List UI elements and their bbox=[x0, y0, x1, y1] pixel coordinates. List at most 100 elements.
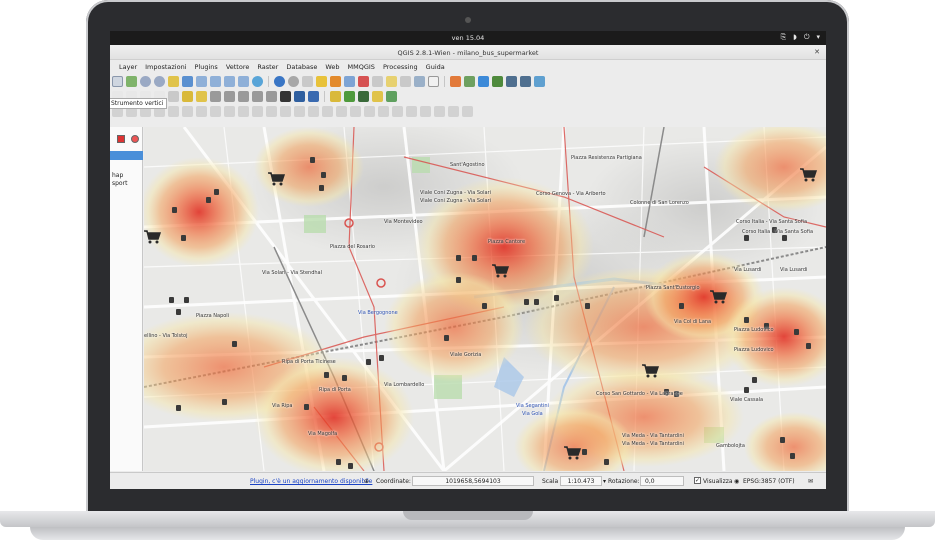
plugin-georef-icon[interactable] bbox=[464, 75, 475, 87]
map-canvas[interactable]: Sant'Agostino Piazza Resistenza Partigia… bbox=[144, 127, 826, 471]
pan-to-selection-icon[interactable] bbox=[126, 75, 137, 87]
menu-mmqgis[interactable]: MMQGIS bbox=[348, 63, 375, 71]
edit-pencil-icon[interactable] bbox=[344, 90, 355, 102]
menu-plugins[interactable]: Plugins bbox=[195, 63, 218, 71]
attribute-table-icon[interactable] bbox=[344, 75, 355, 87]
change-label-icon[interactable] bbox=[462, 105, 473, 117]
select-feature-icon[interactable] bbox=[302, 75, 313, 87]
move-feature-icon[interactable] bbox=[386, 90, 397, 102]
delete-part-icon[interactable] bbox=[280, 105, 291, 117]
settings-icon[interactable] bbox=[288, 75, 299, 87]
move-label-icon[interactable] bbox=[448, 105, 459, 117]
messages-icon[interactable]: ✉ bbox=[808, 478, 813, 485]
map-label: Corso San Gottardo - Via Lagrange bbox=[596, 391, 683, 397]
simplify-icon[interactable] bbox=[210, 105, 221, 117]
add-spatialite-icon[interactable] bbox=[238, 90, 249, 102]
zoom-next-icon[interactable] bbox=[238, 75, 249, 87]
menu-guida[interactable]: Guida bbox=[426, 63, 445, 71]
add-raster-layer-icon[interactable] bbox=[210, 90, 221, 102]
system-clock[interactable]: ven 15.04 bbox=[110, 34, 826, 42]
measure-icon[interactable] bbox=[372, 75, 383, 87]
bus-stop-icon bbox=[310, 157, 315, 163]
plugin-heatmap-icon[interactable] bbox=[506, 75, 517, 87]
menu-web[interactable]: Web bbox=[325, 63, 339, 71]
reshape-icon[interactable] bbox=[294, 105, 305, 117]
merge-features-icon[interactable] bbox=[350, 105, 361, 117]
zoom-in-icon[interactable] bbox=[140, 75, 151, 87]
add-oracle-icon[interactable] bbox=[308, 90, 319, 102]
save-edits-icon[interactable] bbox=[358, 90, 369, 102]
scale-dropdown-icon[interactable]: ▾ bbox=[603, 478, 606, 485]
zoom-full-icon[interactable] bbox=[182, 75, 193, 87]
add-wms-icon[interactable] bbox=[252, 90, 263, 102]
crs-status[interactable]: EPSG:3857 (OTF) bbox=[743, 478, 795, 485]
map-label: Piazza Ludovico bbox=[734, 327, 774, 333]
zoom-native-icon[interactable] bbox=[168, 75, 179, 87]
undo-icon[interactable] bbox=[182, 105, 193, 117]
delete-ring-icon[interactable] bbox=[266, 105, 277, 117]
offset-curve-icon[interactable] bbox=[308, 105, 319, 117]
deselect-icon[interactable] bbox=[330, 75, 341, 87]
menu-database[interactable]: Database bbox=[286, 63, 317, 71]
add-vector-layer-icon[interactable] bbox=[196, 90, 207, 102]
help-icon[interactable] bbox=[428, 75, 439, 87]
menu-layer[interactable]: Layer bbox=[119, 63, 137, 71]
menu-raster[interactable]: Raster bbox=[257, 63, 278, 71]
rotation-field[interactable]: 0,0 bbox=[640, 476, 684, 486]
zoom-out-icon[interactable] bbox=[154, 75, 165, 87]
menu-impostazioni[interactable]: Impostazioni bbox=[145, 63, 186, 71]
filter-legend-icon[interactable] bbox=[131, 135, 139, 143]
add-wcs-icon[interactable] bbox=[280, 90, 291, 102]
plugin-update-link[interactable]: Plugin, c'è un aggiornamento disponibile bbox=[250, 478, 372, 485]
coordinate-toggle-icon[interactable]: ⊕ bbox=[364, 478, 369, 485]
close-icon[interactable]: ✕ bbox=[814, 48, 820, 56]
add-part-icon[interactable] bbox=[238, 105, 249, 117]
identify-icon[interactable] bbox=[274, 75, 285, 87]
add-mssql-icon[interactable] bbox=[294, 90, 305, 102]
render-checkbox[interactable]: ✓ bbox=[694, 477, 701, 484]
show-hide-labels-icon[interactable] bbox=[434, 105, 445, 117]
pan-hand-icon[interactable] bbox=[112, 75, 123, 87]
plugin-dem-icon[interactable] bbox=[492, 75, 503, 87]
digitize-icon[interactable] bbox=[330, 90, 341, 102]
redo-icon[interactable] bbox=[196, 105, 207, 117]
zoom-selection-icon[interactable] bbox=[210, 75, 221, 87]
split-features-icon[interactable] bbox=[322, 105, 333, 117]
pin-labels-icon[interactable] bbox=[420, 105, 431, 117]
split-parts-icon[interactable] bbox=[336, 105, 347, 117]
system-tray[interactable]: ⎘ ◗ ⏻ ▾ bbox=[781, 33, 820, 42]
paste-features-icon[interactable] bbox=[168, 105, 179, 117]
layer-item-selected[interactable] bbox=[110, 151, 143, 160]
new-layer-icon[interactable] bbox=[168, 90, 179, 102]
add-ring-icon[interactable] bbox=[224, 105, 235, 117]
menu-processing[interactable]: Processing bbox=[383, 63, 418, 71]
text-annotation-icon[interactable] bbox=[414, 75, 425, 87]
rotate-symbols-icon[interactable] bbox=[378, 105, 389, 117]
layer-item-transport[interactable]: sport bbox=[112, 180, 127, 187]
select-by-value-icon[interactable] bbox=[316, 75, 327, 87]
plugin-osm-icon[interactable] bbox=[478, 75, 489, 87]
merge-attributes-icon[interactable] bbox=[364, 105, 375, 117]
rotate-label-icon[interactable] bbox=[406, 105, 417, 117]
add-wfs-icon[interactable] bbox=[266, 90, 277, 102]
bookmark-icon[interactable] bbox=[400, 75, 411, 87]
crs-icon[interactable]: ◉ bbox=[734, 478, 739, 485]
plugin-edit-icon[interactable] bbox=[534, 75, 545, 87]
field-calculator-icon[interactable] bbox=[358, 75, 369, 87]
add-delimited-text-icon[interactable] bbox=[182, 90, 193, 102]
zoom-last-icon[interactable] bbox=[224, 75, 235, 87]
menu-vettore[interactable]: Vettore bbox=[226, 63, 250, 71]
scale-select[interactable]: 1:10.473 bbox=[560, 476, 602, 486]
plugin-print-icon[interactable] bbox=[520, 75, 531, 87]
fill-ring-icon[interactable] bbox=[252, 105, 263, 117]
rotate-feature-icon[interactable] bbox=[392, 105, 403, 117]
add-feature-icon[interactable] bbox=[372, 90, 383, 102]
layer-item-heatmap[interactable]: hap bbox=[112, 172, 123, 179]
add-postgis-icon[interactable] bbox=[224, 90, 235, 102]
zoom-layer-icon[interactable] bbox=[196, 75, 207, 87]
refresh-icon[interactable] bbox=[252, 75, 263, 87]
map-tips-icon[interactable] bbox=[386, 75, 397, 87]
remove-layer-icon[interactable] bbox=[117, 135, 125, 143]
plugin-python-icon[interactable] bbox=[450, 75, 461, 87]
coordinate-field[interactable]: 1019658,5694103 bbox=[412, 476, 534, 486]
